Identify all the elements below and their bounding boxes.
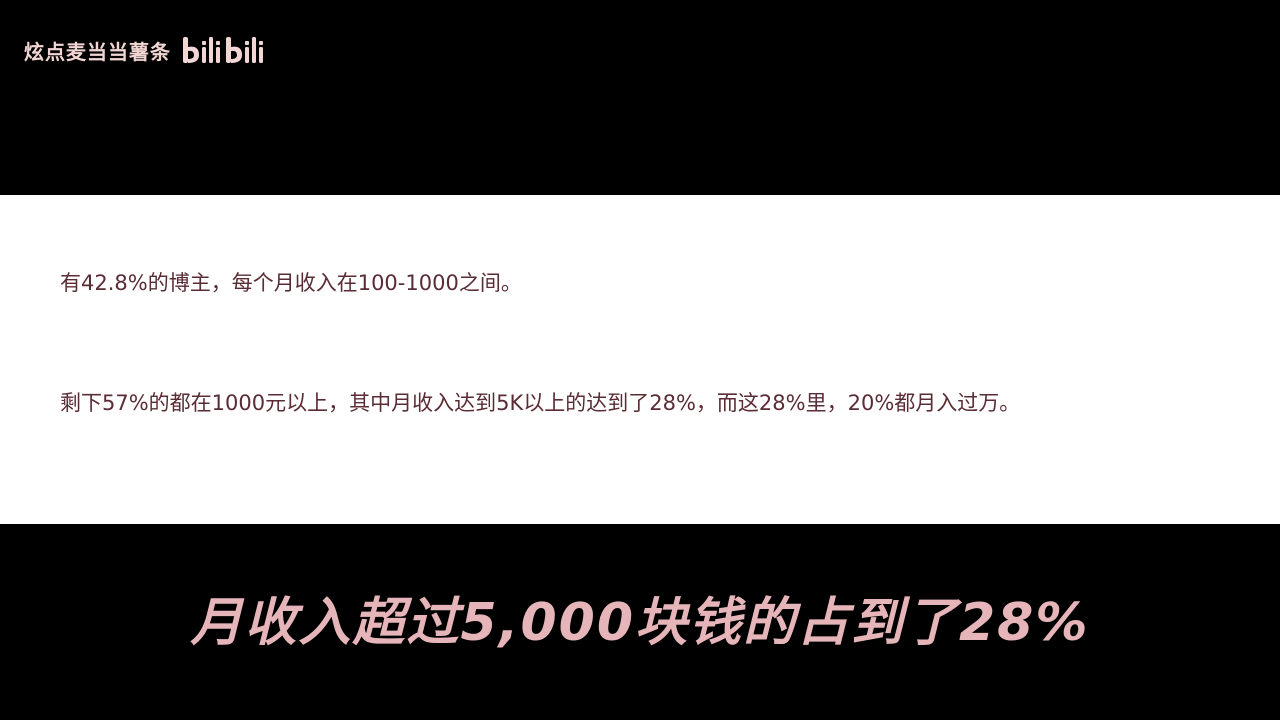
article-panel: 有42.8%的博主，每个月收入在100-1000之间。 剩下57%的都在1000…: [0, 195, 1280, 524]
article-paragraph: 有42.8%的博主，每个月收入在100-1000之间。: [60, 271, 522, 295]
article-paragraph: 剩下57%的都在1000元以上，其中月收入达到5K以上的达到了28%，而这28%…: [60, 391, 1021, 415]
channel-watermark: 炫点麦当当薯条: [24, 32, 273, 68]
bilibili-logo-icon: [183, 37, 263, 63]
video-subtitle: 月收入超过5,000块钱的占到了28%: [190, 593, 1090, 653]
channel-name: 炫点麦当当薯条: [24, 39, 171, 64]
